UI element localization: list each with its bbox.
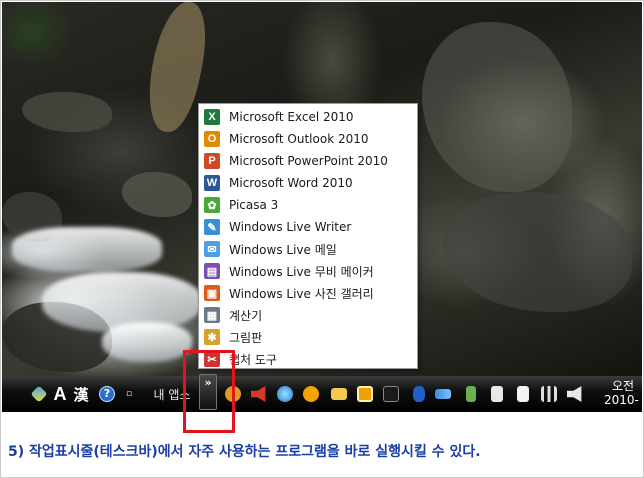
menu-item[interactable]: X Microsoft Excel 2010 bbox=[199, 106, 417, 128]
movie-maker-icon: ▤ bbox=[204, 263, 220, 279]
menu-item-label: Microsoft PowerPoint 2010 bbox=[229, 154, 388, 168]
excel-icon: X bbox=[204, 109, 220, 125]
bluetooth-icon[interactable] bbox=[410, 376, 428, 412]
powerpoint-icon: P bbox=[204, 153, 220, 169]
menu-item[interactable]: ▣ Windows Live 사진 갤러리 bbox=[199, 282, 417, 304]
highlight-box bbox=[183, 350, 235, 433]
clipboard-icon[interactable] bbox=[514, 376, 532, 412]
volume-icon[interactable] bbox=[566, 376, 584, 412]
camera-icon[interactable] bbox=[382, 376, 400, 412]
menu-item[interactable]: ✉ Windows Live 메일 bbox=[199, 238, 417, 260]
outlook-icon: O bbox=[204, 131, 220, 147]
picasa-icon: ✿ bbox=[204, 197, 220, 213]
speaker-icon[interactable] bbox=[250, 376, 268, 412]
taskbar: A 漢 ? ▫ 내 앱스 bbox=[2, 376, 642, 412]
update-icon[interactable] bbox=[302, 376, 320, 412]
clock-date[interactable]: 2010- bbox=[604, 393, 639, 407]
menu-item-label: Windows Live Writer bbox=[229, 220, 352, 234]
mail-icon[interactable] bbox=[330, 376, 348, 412]
menu-item-label: Microsoft Excel 2010 bbox=[229, 110, 354, 124]
menu-item[interactable]: ✎ Windows Live Writer bbox=[199, 216, 417, 238]
menu-item-label: Microsoft Word 2010 bbox=[229, 176, 353, 190]
outlook-tray-icon[interactable] bbox=[356, 376, 374, 412]
menu-item[interactable]: P Microsoft PowerPoint 2010 bbox=[199, 150, 417, 172]
menu-item-label: Microsoft Outlook 2010 bbox=[229, 132, 369, 146]
menu-item-label: 그림판 bbox=[229, 330, 263, 345]
word-icon: W bbox=[204, 175, 220, 191]
caption: 5) 작업표시줄(테스크바)에서 자주 사용하는 프로그램을 바로 실행시킬 수… bbox=[8, 444, 481, 460]
menu-item-label: 캡처 도구 bbox=[229, 352, 277, 367]
usb-icon[interactable] bbox=[462, 376, 480, 412]
menu-item[interactable]: ✱ 그림판 bbox=[199, 326, 417, 348]
help-icon[interactable]: ? bbox=[98, 376, 116, 412]
sync-icon[interactable] bbox=[434, 376, 452, 412]
writer-icon: ✎ bbox=[204, 219, 220, 235]
menu-item[interactable]: ✿ Picasa 3 bbox=[199, 194, 417, 216]
options-icon[interactable]: ▫ bbox=[122, 376, 136, 412]
hanja-convert-button[interactable]: 漢 bbox=[72, 376, 90, 412]
menu-item[interactable]: ▦ 계산기 bbox=[199, 304, 417, 326]
network-icon[interactable] bbox=[540, 376, 558, 412]
menu-item-label: Windows Live 무비 메이커 bbox=[229, 264, 374, 279]
live-mail-icon: ✉ bbox=[204, 241, 220, 257]
photo-gallery-icon: ▣ bbox=[204, 285, 220, 301]
calculator-icon: ▦ bbox=[204, 307, 220, 323]
menu-item[interactable]: W Microsoft Word 2010 bbox=[199, 172, 417, 194]
language-bar-icon[interactable] bbox=[30, 376, 48, 412]
menu-item[interactable]: ▤ Windows Live 무비 메이커 bbox=[199, 260, 417, 282]
input-mode-a[interactable]: A bbox=[52, 376, 68, 412]
menu-item-label: Windows Live 메일 bbox=[229, 242, 337, 257]
menu-item-label: Windows Live 사진 갤러리 bbox=[229, 286, 374, 301]
menu-item-label: Picasa 3 bbox=[229, 198, 279, 212]
menu-item-label: 계산기 bbox=[229, 308, 263, 323]
blue-swirl-icon[interactable] bbox=[276, 376, 294, 412]
flag-icon[interactable] bbox=[488, 376, 506, 412]
menu-item[interactable]: O Microsoft Outlook 2010 bbox=[199, 128, 417, 150]
paint-icon: ✱ bbox=[204, 329, 220, 345]
apps-popup-menu: X Microsoft Excel 2010 O Microsoft Outlook … bbox=[198, 103, 418, 369]
clock-period[interactable]: 오전 bbox=[612, 377, 634, 394]
